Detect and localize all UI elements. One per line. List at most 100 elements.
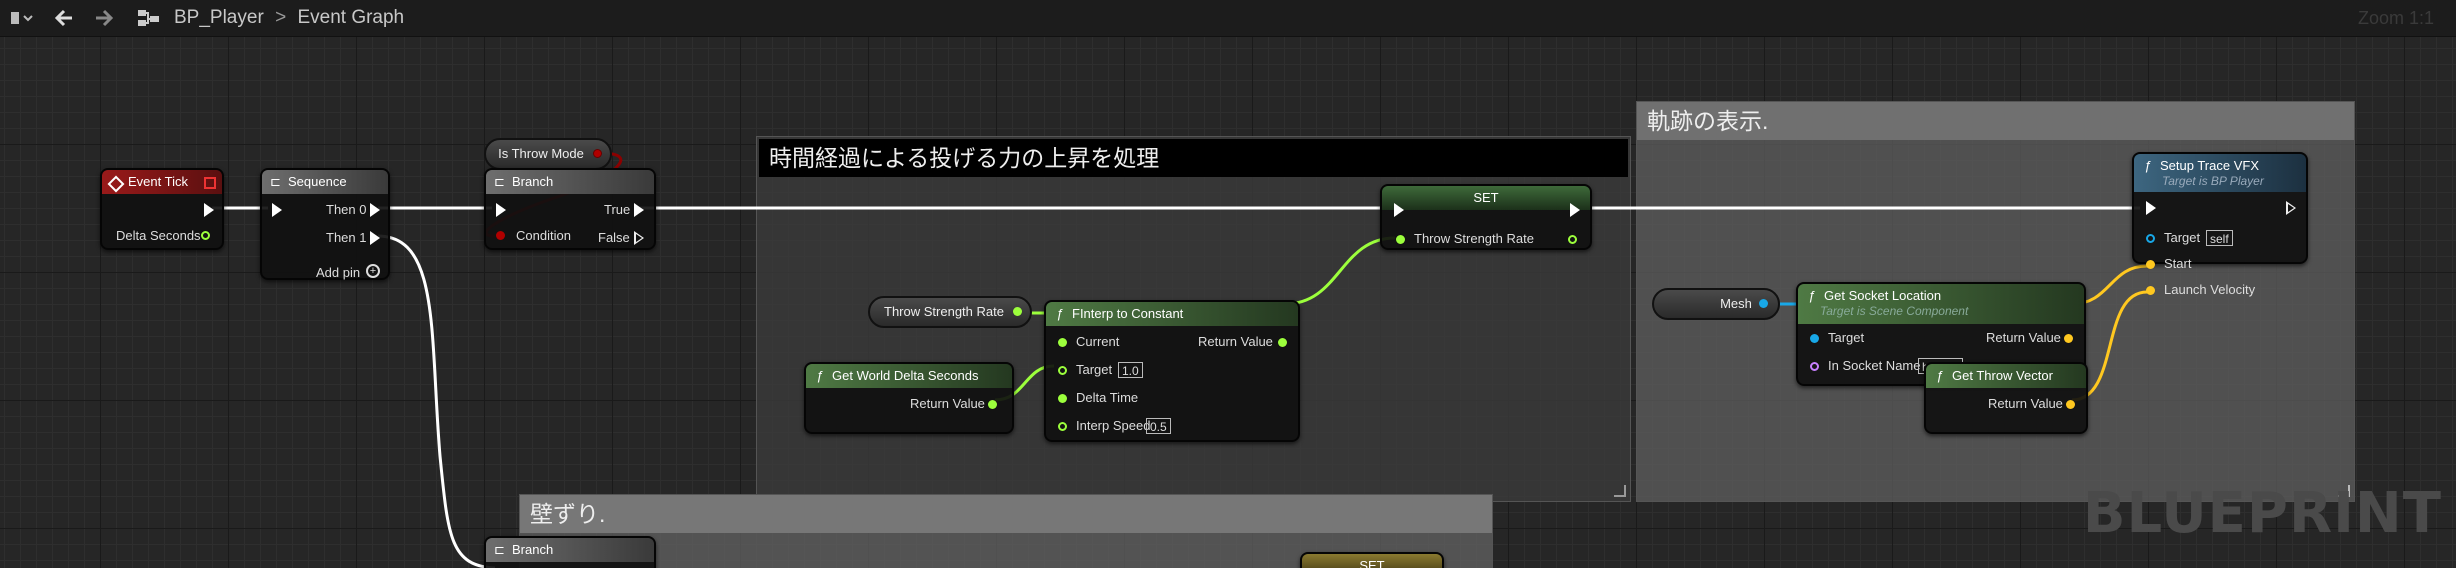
- return-value-pin[interactable]: [2066, 400, 2075, 409]
- return-value-label: Return Value: [1988, 396, 2063, 411]
- target-pin[interactable]: [2146, 234, 2155, 243]
- node-title: Event Tick: [128, 174, 188, 189]
- exec-wire: [377, 234, 496, 568]
- function-icon: ƒ: [1056, 306, 1064, 321]
- target-pin[interactable]: [1058, 366, 1067, 375]
- delta-time-label: Delta Time: [1076, 390, 1139, 405]
- target-pin[interactable]: [1810, 334, 1819, 343]
- arrow-right-icon: [96, 9, 114, 27]
- target-label: Target: [2164, 230, 2201, 245]
- target-input[interactable]: 1.0: [1118, 362, 1143, 378]
- node-title: Branch: [512, 174, 554, 189]
- launch-velocity-label: Launch Velocity: [2164, 282, 2256, 297]
- exec-out-pin[interactable]: [2286, 201, 2296, 215]
- exec-in-pin[interactable]: [2146, 201, 2156, 215]
- socket-name-pin[interactable]: [1810, 362, 1819, 371]
- zoom-level: Zoom 1:1: [2357, 8, 2434, 28]
- mesh-variable[interactable]: Mesh: [1652, 288, 1780, 320]
- function-icon: ƒ: [816, 368, 824, 383]
- node-header[interactable]: ⊏ Branch: [486, 170, 654, 194]
- throw-strength-rate-out-pin[interactable]: [1568, 235, 1577, 244]
- get-world-delta-seconds-node[interactable]: ƒ Get World Delta Seconds Return Value: [804, 362, 1014, 434]
- target-label: Target: [1076, 362, 1113, 377]
- target-self-input[interactable]: self: [2206, 230, 2233, 246]
- bool-out-pin[interactable]: [593, 149, 602, 158]
- branch-node-2[interactable]: ⊏ Branch: [484, 536, 656, 568]
- node-title: SET: [1473, 190, 1499, 205]
- delta-seconds-pin[interactable]: [201, 231, 210, 240]
- return-value-pin[interactable]: [1278, 338, 1287, 347]
- event-tick-node[interactable]: Event Tick Delta Seconds: [100, 168, 224, 250]
- branch-node[interactable]: ⊏ Branch True Condition False: [484, 168, 656, 250]
- get-throw-vector-node[interactable]: ƒ Get Throw Vector Return Value: [1924, 362, 2088, 434]
- start-label: Start: [2164, 256, 2192, 271]
- exec-in-pin[interactable]: [496, 203, 506, 217]
- sequence-node[interactable]: ⊏ Sequence Then 0 Then 1 Add pin +: [260, 168, 390, 280]
- true-pin[interactable]: [634, 203, 644, 217]
- node-title: Get Socket Location: [1824, 288, 1942, 303]
- node-subtitle: Target is BP Player: [2162, 174, 2264, 188]
- interp-speed-input[interactable]: 0.5: [1146, 418, 1171, 434]
- arrow-left-icon: [54, 9, 72, 27]
- node-title: SET: [1359, 558, 1385, 568]
- float-out-pin[interactable]: [1013, 307, 1022, 316]
- node-header[interactable]: SET: [1302, 554, 1442, 568]
- true-label: True: [604, 202, 631, 217]
- delegate-pin-icon[interactable]: [204, 177, 216, 189]
- interp-speed-pin[interactable]: [1058, 422, 1067, 431]
- exec-in-pin[interactable]: [1394, 203, 1404, 217]
- condition-label: Condition: [516, 228, 571, 243]
- node-header[interactable]: Event Tick: [102, 170, 222, 194]
- delta-seconds-label: Delta Seconds: [116, 228, 201, 243]
- forward-button[interactable]: [92, 6, 116, 30]
- throw-strength-rate-variable[interactable]: Throw Strength Rate: [868, 296, 1032, 328]
- start-pin[interactable]: [2146, 260, 2155, 269]
- set-throw-strength-node[interactable]: SET Throw Strength Rate: [1380, 184, 1592, 250]
- node-title: Setup Trace VFX: [2160, 158, 2259, 173]
- current-label: Current: [1076, 334, 1120, 349]
- sequence-icon: ⊏: [270, 174, 281, 189]
- setup-trace-vfx-node[interactable]: ƒ Setup Trace VFX Target is BP Player Ta…: [2132, 152, 2308, 297]
- false-pin[interactable]: [634, 231, 644, 245]
- launch-velocity-pin[interactable]: [2146, 286, 2155, 295]
- node-title: Sequence: [288, 174, 347, 189]
- exec-in-pin[interactable]: [272, 203, 282, 217]
- add-pin-label[interactable]: Add pin: [316, 265, 360, 281]
- function-icon: ƒ: [1808, 288, 1816, 303]
- delta-time-pin[interactable]: [1058, 394, 1067, 403]
- socket-name-label: In Socket Name: [1828, 358, 1921, 373]
- exec-out-pin[interactable]: [1570, 203, 1580, 217]
- breadcrumb: BP_Player > Event Graph: [174, 6, 404, 30]
- node-header[interactable]: SET: [1382, 186, 1590, 210]
- is-throw-mode-variable[interactable]: Is Throw Mode: [484, 138, 612, 170]
- breadcrumb-graph[interactable]: Event Graph: [297, 7, 404, 28]
- blueprint-menu-icon: [11, 12, 33, 24]
- return-value-pin[interactable]: [2064, 334, 2073, 343]
- object-out-pin[interactable]: [1759, 299, 1768, 308]
- back-button[interactable]: [52, 6, 76, 30]
- variable-label: Is Throw Mode: [498, 146, 584, 161]
- exec-out-pin[interactable]: [204, 203, 214, 217]
- node-header[interactable]: ƒ Get Throw Vector: [1926, 364, 2086, 388]
- node-header[interactable]: ƒ FInterp to Constant: [1046, 302, 1298, 326]
- set-node-2[interactable]: SET: [1300, 552, 1444, 568]
- breadcrumb-blueprint[interactable]: BP_Player: [174, 7, 264, 28]
- current-pin[interactable]: [1058, 338, 1067, 347]
- throw-strength-rate-pin[interactable]: [1396, 235, 1405, 244]
- condition-pin[interactable]: [496, 231, 505, 240]
- then-1-pin[interactable]: [370, 231, 380, 245]
- then-0-pin[interactable]: [370, 203, 380, 217]
- finterp-to-constant-node[interactable]: ƒ FInterp to Constant Current Return Val…: [1044, 300, 1300, 442]
- add-pin-icon[interactable]: +: [366, 264, 380, 278]
- branch-icon: ⊏: [494, 542, 505, 557]
- node-header[interactable]: ⊏ Branch: [486, 538, 654, 562]
- event-diamond-icon: [107, 175, 125, 193]
- float-wire: [1284, 236, 1396, 306]
- node-header[interactable]: ƒ Get World Delta Seconds: [806, 364, 1012, 388]
- false-label: False: [598, 230, 630, 245]
- branch-icon: ⊏: [494, 174, 505, 189]
- interp-speed-label: Interp Speed: [1076, 418, 1151, 433]
- graph-menu-button[interactable]: [8, 6, 36, 30]
- return-value-pin[interactable]: [988, 400, 997, 409]
- node-header[interactable]: ⊏ Sequence: [262, 170, 388, 194]
